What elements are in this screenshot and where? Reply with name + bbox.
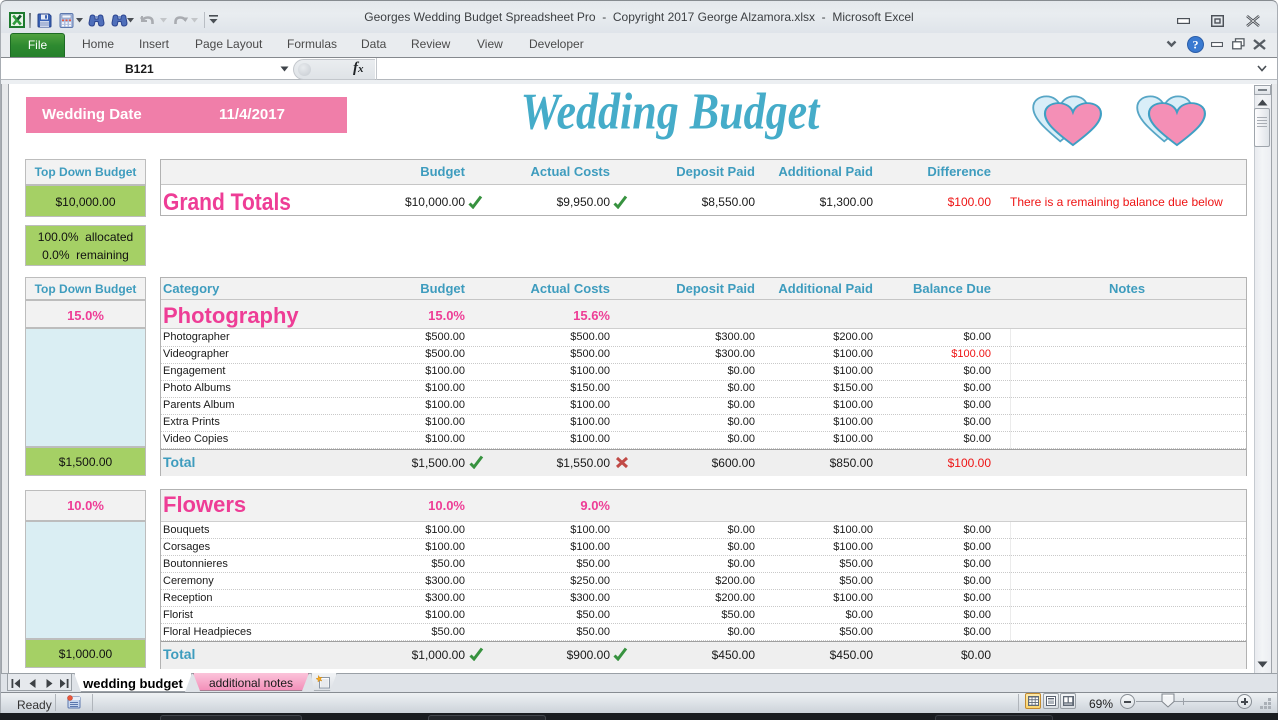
svg-text:?: ? — [1193, 38, 1199, 52]
